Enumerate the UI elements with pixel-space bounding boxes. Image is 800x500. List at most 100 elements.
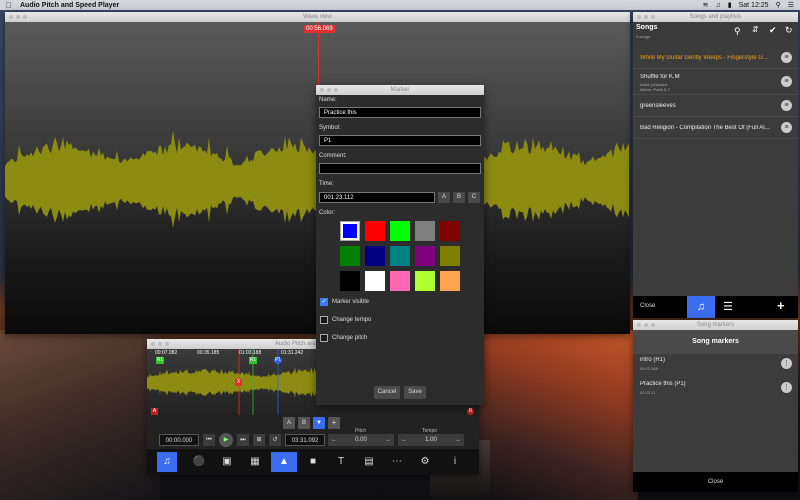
rewind-icon[interactable]: ⏮ xyxy=(203,434,215,446)
color-swatch[interactable] xyxy=(365,271,385,291)
time-a-button[interactable]: A xyxy=(438,192,450,203)
songs-close-button[interactable]: Close xyxy=(640,303,655,309)
color-swatch[interactable] xyxy=(415,271,435,291)
zoom-window-icon[interactable] xyxy=(334,88,338,92)
menu-app-name[interactable]: Audio Pitch and Speed Player xyxy=(20,2,119,9)
color-swatch[interactable] xyxy=(390,221,410,241)
song-row-0[interactable]: While My Guitar Gently Weeps - Fingersty… xyxy=(633,47,798,69)
zoom-window-icon[interactable] xyxy=(651,323,655,327)
change-pitch-checkbox[interactable] xyxy=(320,334,328,342)
zoom-window-icon[interactable] xyxy=(23,15,27,19)
marker-row-0[interactable]: intro (R1) 00:03.365 ⋮ xyxy=(633,354,798,378)
volume-icon[interactable]: ♫ xyxy=(716,2,721,9)
minimize-window-icon[interactable] xyxy=(644,323,648,327)
time-c-button[interactable]: C xyxy=(468,192,480,203)
close-window-icon[interactable] xyxy=(637,323,641,327)
symbol-field[interactable]: P1 xyxy=(319,135,481,146)
mini-marker-symbol-3[interactable]: P1 xyxy=(274,357,282,364)
video-icon[interactable]: ■ xyxy=(303,452,323,472)
color-swatch[interactable] xyxy=(440,221,460,241)
cancel-button[interactable]: Cancel xyxy=(374,386,400,399)
loop-icon[interactable]: ↺ xyxy=(269,434,281,446)
markers-titlebar[interactable]: Song markers xyxy=(633,320,798,330)
song-menu-icon[interactable]: ≡ xyxy=(781,52,792,63)
loop-start-marker[interactable]: A xyxy=(151,408,158,415)
apple-icon[interactable]:  xyxy=(6,1,12,10)
checkmark-icon[interactable]: ✔ xyxy=(769,25,777,36)
mini-marker-symbol-1[interactable]: X xyxy=(235,379,242,386)
color-swatch[interactable] xyxy=(340,221,360,241)
song-menu-icon[interactable]: ≡ xyxy=(781,122,792,133)
fast-forward-icon[interactable]: ⏭ xyxy=(237,434,249,446)
zoom-window-icon[interactable] xyxy=(165,342,169,346)
mini-waveform[interactable] xyxy=(147,349,317,415)
change-tempo-row[interactable]: Change tempo xyxy=(320,316,371,324)
color-swatch[interactable] xyxy=(440,271,460,291)
time-b-button[interactable]: B xyxy=(453,192,465,203)
add-song-button[interactable]: + xyxy=(777,298,785,313)
zoom-window-icon[interactable] xyxy=(651,15,655,19)
wifi-icon[interactable]: ≋ xyxy=(703,1,709,9)
song-menu-icon[interactable]: ≡ xyxy=(781,100,792,111)
color-swatch[interactable] xyxy=(340,246,360,266)
pitch-down-icon[interactable]: ← xyxy=(331,434,337,446)
set-a-button[interactable]: A xyxy=(283,417,295,429)
marker-info-icon[interactable]: ⋮ xyxy=(781,358,792,369)
menu-clock[interactable]: Sat 12:25 xyxy=(739,2,769,9)
export-icon[interactable]: ▦ xyxy=(245,452,265,472)
mini-marker-symbol-0[interactable]: R1 xyxy=(156,357,164,364)
pitch-up-icon[interactable]: → xyxy=(385,434,391,446)
marker-titlebar[interactable]: Marker xyxy=(316,85,484,95)
close-window-icon[interactable] xyxy=(9,15,13,19)
search-icon[interactable]: ⚲ xyxy=(734,26,741,37)
minimize-window-icon[interactable] xyxy=(327,88,331,92)
tempo-up-icon[interactable]: → xyxy=(455,434,461,446)
song-menu-icon[interactable]: ≡ xyxy=(781,76,792,87)
change-tempo-checkbox[interactable] xyxy=(320,316,328,324)
close-window-icon[interactable] xyxy=(320,88,324,92)
marker-visible-checkbox[interactable]: ✓ xyxy=(320,298,328,306)
name-field[interactable]: Practice this xyxy=(319,107,481,118)
minimize-window-icon[interactable] xyxy=(16,15,20,19)
color-swatch[interactable] xyxy=(415,246,435,266)
markers-close-button[interactable]: Close xyxy=(633,472,798,492)
color-swatch[interactable] xyxy=(390,246,410,266)
info-icon[interactable]: i xyxy=(445,452,465,472)
menu-list-icon[interactable]: ☰ xyxy=(788,1,794,9)
change-pitch-row[interactable]: Change pitch xyxy=(320,334,367,342)
playlist-icon[interactable]: ☰ xyxy=(723,300,733,313)
songs-titlebar[interactable]: Songs and playlists xyxy=(633,12,798,22)
save-icon[interactable]: ▣ xyxy=(217,452,237,472)
pin-marker-icon[interactable]: ▼ xyxy=(313,417,325,429)
minimize-window-icon[interactable] xyxy=(644,15,648,19)
mixer-icon[interactable]: ⊞ xyxy=(253,434,265,446)
song-row-2[interactable]: greensleeves ≡ xyxy=(633,95,798,117)
marker-visible-row[interactable]: ✓ Marker visible xyxy=(320,298,369,306)
color-swatch[interactable] xyxy=(390,271,410,291)
tempo-down-icon[interactable]: ← xyxy=(401,434,407,446)
microphone-icon[interactable]: ⚫ xyxy=(189,452,209,472)
refresh-icon[interactable]: ↻ xyxy=(785,25,793,36)
marker-info-icon[interactable]: ⋮ xyxy=(781,382,792,393)
marker-row-1[interactable]: Practice this (P1) 01:23.11 ⋮ xyxy=(633,378,798,402)
close-window-icon[interactable] xyxy=(151,342,155,346)
color-swatch[interactable] xyxy=(440,246,460,266)
song-row-3[interactable]: Bad Religion - Compilation The Best Of (… xyxy=(633,117,798,139)
spotlight-icon[interactable]: ⚲ xyxy=(776,1,781,9)
save-button[interactable]: Save xyxy=(404,386,426,399)
music-icon[interactable]: ♫ xyxy=(157,452,177,472)
time-field[interactable]: 001:23.112 xyxy=(319,192,435,203)
comment-field[interactable] xyxy=(319,163,481,174)
more-icon[interactable]: ⋯ xyxy=(387,452,407,472)
color-swatch[interactable] xyxy=(365,246,385,266)
text-icon[interactable]: T xyxy=(331,452,351,472)
play-icon[interactable]: ▶ xyxy=(219,433,233,447)
color-swatch[interactable] xyxy=(340,271,360,291)
loop-end-marker[interactable]: B xyxy=(467,408,474,415)
sort-icon[interactable]: ⇵ xyxy=(752,25,759,34)
close-window-icon[interactable] xyxy=(637,15,641,19)
add-marker-button[interactable]: + xyxy=(328,417,340,429)
battery-icon[interactable]: ▮ xyxy=(728,1,732,9)
mini-marker-symbol-2[interactable]: R1 xyxy=(249,357,257,364)
set-b-button[interactable]: B xyxy=(298,417,310,429)
